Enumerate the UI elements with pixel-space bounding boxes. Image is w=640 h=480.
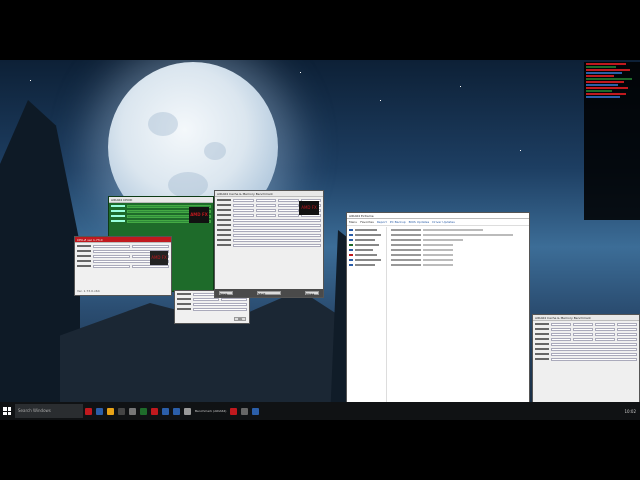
cpuz-titlebar[interactable]: CPU-Z ver 1.73.0 <box>75 237 171 243</box>
app-icon[interactable] <box>129 407 136 415</box>
taskbar: Search Windows Benchmark (AIDA64) 10:02 <box>0 402 640 420</box>
clock[interactable]: 10:02 <box>624 409 636 414</box>
cpuz-window[interactable]: CPU-Z ver 1.73.0 AMD FX Ver. 1.73.0.x64 <box>74 236 172 296</box>
cpuz-version: Ver. 1.73.0.x64 <box>77 289 100 293</box>
app-icon[interactable] <box>230 407 238 415</box>
benchmark-titlebar[interactable]: AIDA64 Cache & Memory Benchmark <box>215 191 323 197</box>
ok-button[interactable]: OK <box>234 317 246 321</box>
cache-memory-benchmark-window[interactable]: AIDA64 Cache & Memory Benchmark AMD FX S… <box>214 190 324 298</box>
hardware-monitor-overlay <box>584 62 640 220</box>
aida64-detail-panel[interactable] <box>389 227 529 419</box>
windows-start-icon[interactable] <box>3 407 11 415</box>
folder-icon[interactable] <box>107 407 114 415</box>
star <box>30 80 31 81</box>
app-icon[interactable] <box>85 407 92 415</box>
start-benchmark-button[interactable]: Start Benchmark <box>257 291 281 297</box>
app-icon[interactable] <box>140 407 147 415</box>
pc-backup-button[interactable]: PC Backup <box>390 220 406 224</box>
benchmark-titlebar-2[interactable]: AIDA64 Cache & Memory Benchmark <box>533 315 639 321</box>
star <box>300 72 301 73</box>
app-icon[interactable] <box>184 407 191 415</box>
aida64-toolbar: Menu Favorites Report PC Backup BIOS Upd… <box>347 219 529 226</box>
star <box>460 86 461 87</box>
save-button[interactable]: Save <box>219 291 233 296</box>
top-letterbox <box>0 0 640 60</box>
app-icon[interactable] <box>241 407 249 415</box>
report-button[interactable]: Report <box>377 220 387 224</box>
app-icon[interactable] <box>252 407 260 415</box>
bios-updates-button[interactable]: BIOS Updates <box>409 220 430 224</box>
app-icon[interactable] <box>96 407 103 415</box>
amd-fx-logo: AMD FX <box>150 251 168 265</box>
aida64-extreme-window[interactable]: AIDA64 Extreme Menu Favorites Report PC … <box>346 212 530 420</box>
search-input[interactable]: Search Windows <box>15 404 83 418</box>
driver-updates-button[interactable]: Driver Updates <box>432 220 455 224</box>
active-task-label[interactable]: Benchmark (AIDA64) <box>195 409 226 413</box>
bottom-letterbox <box>0 420 640 480</box>
menu-tab[interactable]: Menu <box>349 220 357 224</box>
favorites-tab[interactable]: Favorites <box>360 220 374 224</box>
app-icon[interactable] <box>118 407 125 415</box>
star <box>520 150 521 151</box>
amd-fx-logo: AMD FX <box>299 201 319 215</box>
app-icon[interactable] <box>173 407 180 415</box>
cpuid-titlebar[interactable]: AIDA64 CPUID <box>109 197 213 203</box>
app-icon[interactable] <box>151 407 158 415</box>
amd-fx-logo: AMD FX <box>189 207 209 223</box>
close-button[interactable]: Close <box>305 291 319 296</box>
aida64-tree-panel[interactable] <box>347 227 387 419</box>
star <box>380 100 381 101</box>
app-icon[interactable] <box>162 407 169 415</box>
